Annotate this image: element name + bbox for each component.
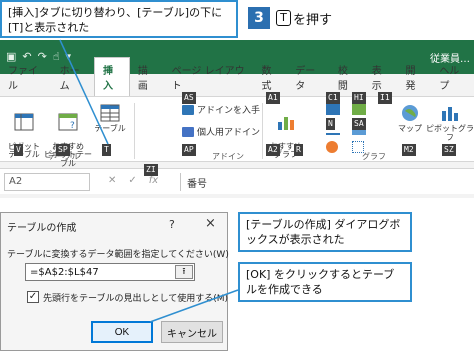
pivot-table-icon: [14, 113, 34, 131]
keytip-as: AS: [182, 92, 196, 104]
create-table-dialog: テーブルの作成 ? × テーブルに変換するデータ範囲を指定してください(W) ⭱…: [0, 212, 229, 351]
callout-ok: [OK] をクリックするとテーブルを作成できる: [238, 262, 412, 302]
cancel-icon[interactable]: ✕: [108, 175, 116, 186]
group-label-addins: アドイン: [212, 152, 244, 161]
recommended-charts-icon: [278, 116, 294, 130]
tab-review[interactable]: 校閲: [330, 58, 364, 96]
personal-addins-icon: [182, 126, 194, 137]
column-chart-icon[interactable]: [326, 103, 340, 115]
svg-text:?: ?: [70, 121, 75, 131]
header-row-checkbox[interactable]: ✓: [27, 291, 39, 303]
recommended-pivot-icon: ?: [58, 113, 78, 131]
tab-draw[interactable]: 描画: [130, 58, 164, 96]
personal-addins-button[interactable]: 個人用アドイン: [182, 125, 260, 138]
globe-icon: [402, 105, 418, 121]
pie-chart-icon[interactable]: [326, 141, 338, 153]
tab-home[interactable]: ホーム: [52, 58, 94, 96]
ok-button[interactable]: OK: [91, 321, 153, 343]
keytip-r: R: [294, 144, 303, 156]
hierarchy-chart-icon[interactable]: [352, 103, 366, 115]
keytip-ap: AP: [182, 144, 196, 156]
step-3: 3 T を押す: [248, 4, 332, 32]
dialog-title: テーブルの作成: [7, 223, 77, 234]
tab-insert[interactable]: 挿入: [94, 57, 130, 96]
range-input[interactable]: [25, 263, 195, 281]
keytip-m2: M2: [402, 144, 416, 156]
help-icon[interactable]: ?: [169, 218, 175, 231]
tab-formulas[interactable]: 数式: [253, 58, 287, 96]
keytip-v: V: [14, 144, 23, 156]
tab-view[interactable]: 表示: [364, 58, 398, 96]
tab-page-layout[interactable]: ページ レイアウト: [164, 58, 254, 96]
callout-dialog-shown: [テーブルの作成] ダイアログボックスが表示された: [238, 212, 412, 252]
step-text: を押す: [293, 12, 333, 28]
callout-insert-tab: [挿入]タブに切り替わり、[テーブル]の下に[T]と表示された: [0, 0, 238, 38]
excel-window: ▣ ↶ ↷ ☝ ▾ 従業員… ファイル ホーム 挿入 描画 ページ レイアウト …: [0, 40, 474, 198]
pivot-chart-button[interactable]: ピボットグラフ: [426, 103, 474, 143]
step-number: 3: [248, 7, 270, 29]
enter-icon[interactable]: ✓: [128, 175, 136, 186]
cancel-button[interactable]: キャンセル: [161, 321, 223, 343]
keytip-i1: I1: [378, 92, 392, 104]
keytip-hi: HI: [352, 92, 366, 104]
range-prompt: テーブルに変換するデータ範囲を指定してください(W): [7, 250, 229, 260]
formula-bar: A2 ✕ ✓ fx 番号: [0, 168, 474, 194]
ribbon-tabs: ファイル ホーム 挿入 描画 ページ レイアウト 数式 データ 校閲 表示 開発…: [0, 57, 474, 96]
separator: [262, 103, 263, 159]
separator: [134, 103, 135, 159]
table-button[interactable]: テーブル: [92, 103, 128, 134]
tab-data[interactable]: データ: [287, 58, 330, 96]
pivot-table-button[interactable]: ピボット テーブル: [4, 103, 44, 160]
function-icon[interactable]: fx: [149, 175, 158, 186]
table-icon: [100, 104, 120, 122]
t-key-icon: T: [276, 10, 291, 26]
tab-file[interactable]: ファイル: [0, 58, 52, 96]
close-icon[interactable]: ×: [205, 216, 216, 231]
map-button[interactable]: マップ: [396, 103, 424, 134]
store-icon: [182, 104, 194, 115]
keytip-t: T: [102, 144, 111, 156]
group-label-charts: グラフ: [362, 152, 386, 161]
formula-input[interactable]: 番号: [180, 173, 472, 191]
callout-insert-tab-text: [挿入]タブに切り替わり、[テーブル]の下に[T]と表示された: [8, 6, 223, 34]
tab-developer[interactable]: 開発: [398, 58, 432, 96]
keytip-a2: A2: [266, 144, 280, 156]
keytip-zi: ZI: [144, 164, 158, 176]
header-row-label: 先頭行をテーブルの見出しとして使用する(M): [43, 294, 228, 304]
keytip-sp: SP: [56, 144, 70, 156]
get-addins-button[interactable]: アドインを入手: [182, 103, 260, 116]
tab-help[interactable]: ヘルプ: [431, 58, 474, 96]
keytip-c1: C1: [326, 92, 340, 104]
keytip-sz: SZ: [442, 144, 456, 156]
keytip-a1: A1: [266, 92, 280, 104]
collapse-dialog-icon[interactable]: ⭱: [175, 265, 193, 279]
keytip-n: N: [326, 118, 335, 130]
keytip-sa: SA: [352, 118, 366, 130]
name-box[interactable]: A2: [4, 173, 90, 191]
pivot-chart-icon: [442, 107, 458, 121]
